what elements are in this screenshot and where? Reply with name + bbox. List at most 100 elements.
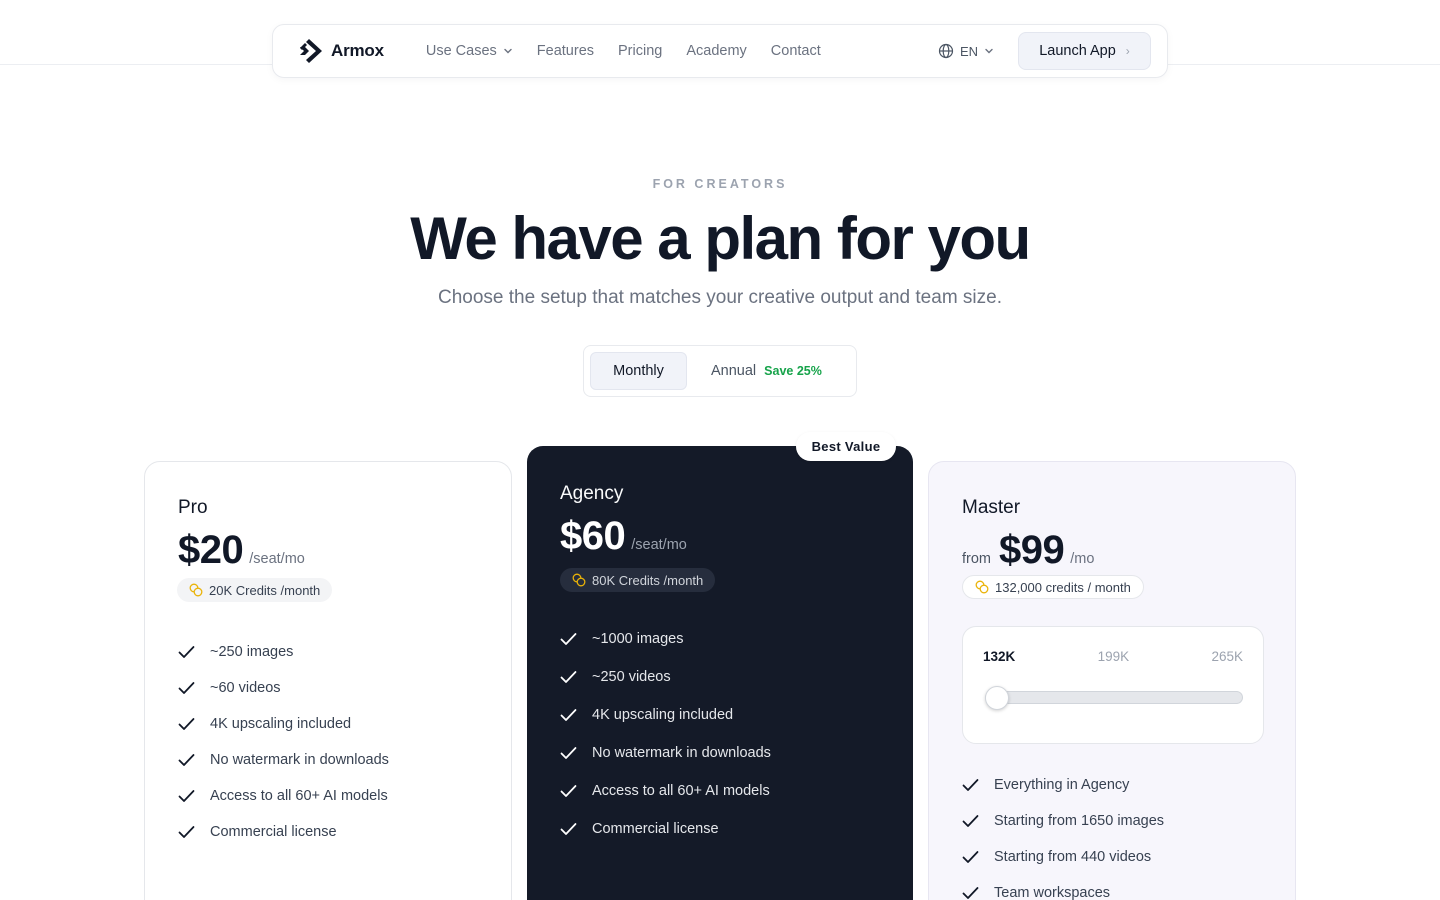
feature-label: 4K upscaling included: [592, 707, 734, 723]
feature-label: 4K upscaling included: [210, 716, 352, 732]
plan-card-master: Master from $99 /mo 132,000 credits / mo…: [928, 461, 1296, 900]
feature-label: Starting from 1650 images: [994, 813, 1165, 829]
plan-card-pro: Pro $20 /seat/mo 20K Credits /month ~250…: [144, 461, 512, 900]
launch-app-label: Launch App: [1039, 43, 1116, 59]
nav-link-pricing[interactable]: Pricing: [618, 43, 662, 59]
coins-icon: [975, 580, 989, 594]
plan-name: Master: [962, 497, 1021, 518]
plan-name: Agency: [560, 483, 624, 504]
feature-item: 4K upscaling included: [560, 696, 771, 734]
check-icon: [560, 709, 577, 721]
nav-link-features[interactable]: Features: [537, 43, 594, 59]
check-icon: [560, 671, 577, 683]
billing-annual-tab[interactable]: Annual Save 25%: [687, 352, 822, 390]
brand-logo[interactable]: Armox: [297, 38, 384, 64]
coins-icon: [572, 573, 586, 587]
check-icon: [560, 785, 577, 797]
feature-item: Starting from 1650 images: [962, 803, 1164, 839]
globe-icon: [938, 43, 954, 59]
feature-label: ~60 videos: [210, 680, 281, 696]
plan-price-row: from $99 /mo: [962, 528, 1094, 573]
plan-price: $20: [178, 528, 244, 572]
slider-stop-labels: 132K 199K 265K: [983, 649, 1243, 664]
feature-item: Starting from 440 videos: [962, 839, 1164, 875]
save-badge: Save 25%: [764, 364, 822, 378]
page-title: We have a plan for you: [410, 205, 1031, 272]
feature-item: Team workspaces: [962, 875, 1164, 900]
chevron-right-icon: ›: [1125, 44, 1130, 58]
billing-monthly-tab[interactable]: Monthly: [590, 352, 687, 390]
nav-right: EN Launch App ›: [938, 32, 1151, 70]
feature-item: No watermark in downloads: [560, 734, 771, 772]
feature-item: ~1000 images: [560, 620, 771, 658]
feature-list: ~1000 images ~250 videos 4K upscaling in…: [560, 620, 771, 848]
feature-item: Access to all 60+ AI models: [178, 778, 389, 814]
nav-link-use-cases[interactable]: Use Cases: [426, 43, 513, 59]
feature-item: ~60 videos: [178, 670, 389, 706]
check-icon: [178, 682, 195, 694]
plan-card-agency: Agency $60 /seat/mo 80K Credits /month ~…: [527, 446, 913, 900]
coins-icon: [189, 583, 203, 597]
feature-label: No watermark in downloads: [592, 745, 771, 761]
plan-price: $99: [999, 528, 1065, 572]
plan-price: $60: [560, 514, 626, 558]
plan-price-row: $60 /seat/mo: [560, 514, 687, 559]
feature-label: Access to all 60+ AI models: [592, 783, 770, 799]
slider-stop-label[interactable]: 132K: [983, 649, 1015, 664]
feature-item: ~250 images: [178, 634, 389, 670]
check-icon: [560, 633, 577, 645]
feature-label: Starting from 440 videos: [994, 849, 1152, 865]
feature-list: Everything in Agency Starting from 1650 …: [962, 767, 1164, 900]
page-subtitle: Choose the setup that matches your creat…: [438, 287, 1002, 308]
feature-label: Everything in Agency: [994, 777, 1130, 793]
chevron-down-icon: [985, 48, 993, 54]
check-icon: [178, 790, 195, 802]
language-selector[interactable]: EN: [938, 43, 994, 59]
credits-badge: 80K Credits /month: [560, 568, 716, 592]
nav-link-academy[interactable]: Academy: [686, 43, 746, 59]
check-icon: [178, 718, 195, 730]
top-navigation: Armox Use Cases Features Pricing Academy…: [272, 24, 1168, 78]
nav-link-contact[interactable]: Contact: [771, 43, 821, 59]
launch-app-button[interactable]: Launch App ›: [1018, 32, 1151, 70]
check-icon: [962, 815, 979, 827]
credits-badge: 132,000 credits / month: [962, 575, 1144, 599]
plan-period: /seat/mo: [249, 551, 305, 567]
credits-badge: 20K Credits /month: [177, 578, 333, 602]
feature-item: Commercial license: [560, 810, 771, 848]
brand-name: Armox: [331, 41, 384, 60]
feature-label: No watermark in downloads: [210, 752, 389, 768]
feature-label: ~250 videos: [592, 669, 671, 685]
billing-toggle: Monthly Annual Save 25%: [583, 345, 857, 397]
feature-list: ~250 images ~60 videos 4K upscaling incl…: [178, 634, 389, 850]
slider-stop-label[interactable]: 265K: [1211, 649, 1243, 664]
credits-label: 132,000 credits / month: [995, 579, 1131, 595]
hero-eyebrow: FOR CREATORS: [652, 177, 788, 191]
plan-period: /seat/mo: [631, 537, 687, 553]
feature-item: ~250 videos: [560, 658, 771, 696]
slider-thumb[interactable]: [985, 686, 1009, 710]
slider-stop-label[interactable]: 199K: [1098, 649, 1130, 664]
feature-item: Commercial license: [178, 814, 389, 850]
check-icon: [560, 747, 577, 759]
best-value-badge: Best Value: [796, 432, 896, 461]
feature-item: No watermark in downloads: [178, 742, 389, 778]
check-icon: [178, 826, 195, 838]
feature-label: Commercial license: [592, 821, 719, 837]
feature-label: ~1000 images: [592, 631, 684, 647]
check-icon: [962, 851, 979, 863]
language-label: EN: [959, 43, 978, 59]
nav-links: Use Cases Features Pricing Academy Conta…: [426, 43, 821, 59]
credits-label: 20K Credits /month: [209, 582, 321, 598]
chevron-down-icon: [504, 48, 512, 54]
plan-name: Pro: [178, 497, 208, 518]
slider-track[interactable]: [985, 691, 1243, 704]
credits-label: 80K Credits /month: [592, 572, 704, 588]
feature-item: Access to all 60+ AI models: [560, 772, 771, 810]
plan-price-row: $20 /seat/mo: [178, 528, 305, 573]
armox-logo-icon: [300, 39, 322, 63]
check-icon: [962, 779, 979, 791]
price-prefix: from: [962, 551, 991, 567]
check-icon: [178, 754, 195, 766]
feature-label: ~250 images: [210, 644, 294, 660]
